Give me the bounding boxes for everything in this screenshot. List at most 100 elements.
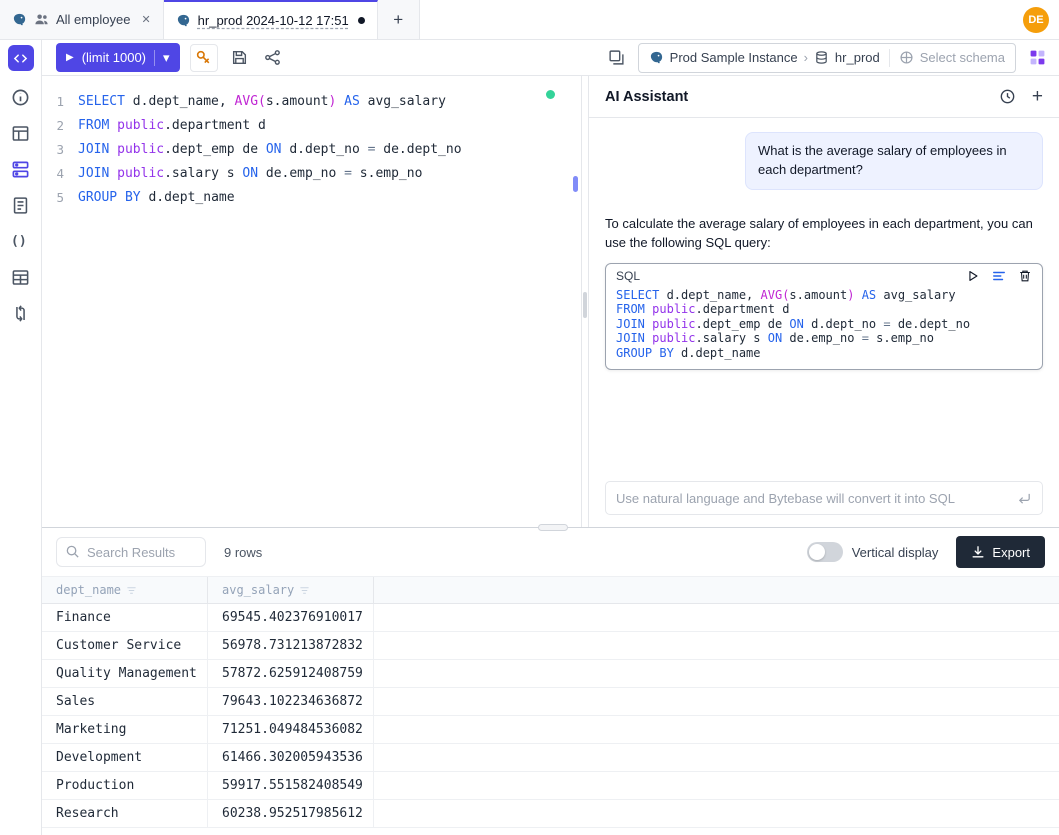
table-cell[interactable]: Sales — [42, 688, 208, 715]
editor-line[interactable]: 4JOIN public.salary s ON de.emp_no = s.e… — [42, 161, 581, 185]
schema-diagram-button[interactable] — [1026, 46, 1049, 69]
line-number: 2 — [42, 118, 78, 133]
delete-code-icon[interactable] — [1018, 269, 1032, 283]
horizontal-splitter-handle[interactable] — [538, 524, 568, 531]
line-number: 5 — [42, 190, 78, 205]
admin-key-button[interactable] — [190, 44, 218, 72]
table-cell-filler — [374, 632, 1059, 659]
table-cell[interactable]: 60238.952517985612 — [208, 800, 374, 827]
instance-name[interactable]: Prod Sample Instance — [670, 50, 798, 65]
table-cell[interactable]: 57872.625912408759 — [208, 660, 374, 687]
table-cell[interactable]: Customer Service — [42, 632, 208, 659]
parentheses-icon[interactable]: () — [11, 232, 30, 251]
database-name[interactable]: hr_prod — [835, 50, 880, 65]
toggle-knob-icon — [809, 544, 825, 560]
editor-line[interactable]: 1SELECT d.dept_name, AVG(s.amount) AS av… — [42, 89, 581, 113]
play-icon: ▶ — [66, 52, 74, 63]
tab-label: hr_prod 2024-10-12 17:51 — [198, 13, 349, 28]
share-button[interactable] — [261, 46, 284, 69]
ai-assistant-header: AI Assistant + — [589, 76, 1059, 118]
connection-breadcrumb: Prod Sample Instance › hr_prod Select sc… — [638, 43, 1016, 73]
compare-icon[interactable] — [11, 304, 30, 323]
sql-editor[interactable]: 1SELECT d.dept_name, AVG(s.amount) AS av… — [42, 76, 581, 527]
table-row[interactable]: Development61466.302005943536 — [42, 744, 1059, 772]
code-language-label: SQL — [616, 269, 966, 283]
table-cell-filler — [374, 604, 1059, 631]
info-icon[interactable] — [11, 88, 30, 107]
table-cell[interactable]: 59917.551582408549 — [208, 772, 374, 799]
assistant-response-text: To calculate the average salary of emplo… — [605, 214, 1043, 253]
table-row[interactable]: Production59917.551582408549 — [42, 772, 1059, 800]
table-cell[interactable]: 79643.102234636872 — [208, 688, 374, 715]
column-header-dept-name[interactable]: dept_name — [42, 577, 208, 603]
table-cell-filler — [374, 660, 1059, 687]
table-cell[interactable]: 61466.302005943536 — [208, 744, 374, 771]
table-row[interactable]: Quality Management57872.625912408759 — [42, 660, 1059, 688]
table-cell[interactable]: Research — [42, 800, 208, 827]
close-icon[interactable]: ✕ — [141, 13, 150, 26]
table-cell[interactable]: 69545.402376910017 — [208, 604, 374, 631]
ai-input-container — [605, 481, 1043, 515]
new-tab-button[interactable]: + — [378, 0, 420, 39]
history-clock-icon[interactable] — [999, 88, 1016, 105]
run-code-icon[interactable] — [966, 269, 980, 283]
ai-code-lines: SELECT d.dept_name, AVG(s.amount) AS avg… — [606, 285, 1042, 370]
tab-all-employee[interactable]: All employee ✕ — [0, 0, 164, 39]
vertical-splitter[interactable] — [581, 76, 589, 527]
table-row[interactable]: Sales79643.102234636872 — [42, 688, 1059, 716]
table-row[interactable]: Marketing71251.049484536082 — [42, 716, 1059, 744]
row-count: 9 rows — [224, 545, 262, 560]
ai-prompt-input[interactable] — [616, 491, 1009, 506]
avatar[interactable]: DE — [1023, 7, 1049, 33]
table-row[interactable]: Research60238.952517985612 — [42, 800, 1059, 828]
results-controls: 9 rows Vertical display Export — [42, 528, 1059, 576]
download-icon — [971, 545, 985, 559]
editor-line[interactable]: 2FROM public.department d — [42, 113, 581, 137]
table-icon[interactable] — [11, 124, 30, 143]
column-header-filler — [374, 577, 1059, 603]
table-cell-filler — [374, 800, 1059, 827]
ai-code-line: GROUP BY d.dept_name — [616, 346, 1032, 361]
column-header-avg-salary[interactable]: avg_salary — [208, 577, 374, 603]
format-code-icon[interactable] — [992, 269, 1006, 283]
data-table-icon[interactable] — [11, 268, 30, 287]
ai-assistant-title: AI Assistant — [605, 89, 983, 105]
save-button[interactable] — [228, 46, 251, 69]
postgres-icon — [649, 50, 664, 65]
chevron-down-icon[interactable]: ▾ — [163, 50, 170, 66]
table-cell[interactable]: 56978.731213872832 — [208, 632, 374, 659]
table-cell[interactable]: Production — [42, 772, 208, 799]
sidebar-item-sql-editor[interactable] — [8, 45, 34, 71]
ai-code-line: FROM public.department d — [616, 302, 1032, 317]
middle-split: 1 SELECT d.dept_name, AVG(s.amount) AS av… — [42, 76, 1059, 527]
vertical-display-toggle[interactable] — [807, 542, 843, 562]
schema-select[interactable]: Select schema — [920, 50, 1005, 65]
table-cell[interactable]: 71251.049484536082 — [208, 716, 374, 743]
splitter-handle-icon — [583, 292, 587, 318]
column-label: dept_name — [56, 583, 121, 597]
editor-line[interactable]: 3JOIN public.dept_emp de ON d.dept_no = … — [42, 137, 581, 161]
line-number: 1 — [42, 94, 78, 109]
worksheet-icon[interactable] — [11, 196, 30, 215]
code-icon — [13, 51, 28, 66]
tab-hr-prod[interactable]: hr_prod 2024-10-12 17:51 — [164, 0, 378, 39]
export-button[interactable]: Export — [956, 536, 1045, 568]
export-button-label: Export — [992, 545, 1030, 560]
sort-icon — [126, 585, 137, 596]
run-button[interactable]: ▶ (limit 1000) ▾ — [56, 43, 180, 72]
table-row[interactable]: Finance69545.402376910017 — [42, 604, 1059, 632]
editor-line[interactable]: 5GROUP BY d.dept_name — [42, 185, 581, 209]
schema-editor-icon[interactable] — [11, 160, 30, 179]
new-chat-icon[interactable]: + — [1032, 87, 1043, 106]
table-cell[interactable]: Development — [42, 744, 208, 771]
panels-button[interactable] — [605, 46, 628, 69]
table-cell-filler — [374, 688, 1059, 715]
return-icon — [1017, 491, 1032, 506]
table-row[interactable]: Customer Service56978.731213872832 — [42, 632, 1059, 660]
tab-bar: All employee ✕ hr_prod 2024-10-12 17:51 … — [0, 0, 1059, 40]
table-cell[interactable]: Marketing — [42, 716, 208, 743]
table-cell[interactable]: Quality Management — [42, 660, 208, 687]
editor-scrollbar-thumb[interactable] — [573, 176, 578, 192]
postgres-icon — [176, 13, 191, 28]
table-cell[interactable]: Finance — [42, 604, 208, 631]
